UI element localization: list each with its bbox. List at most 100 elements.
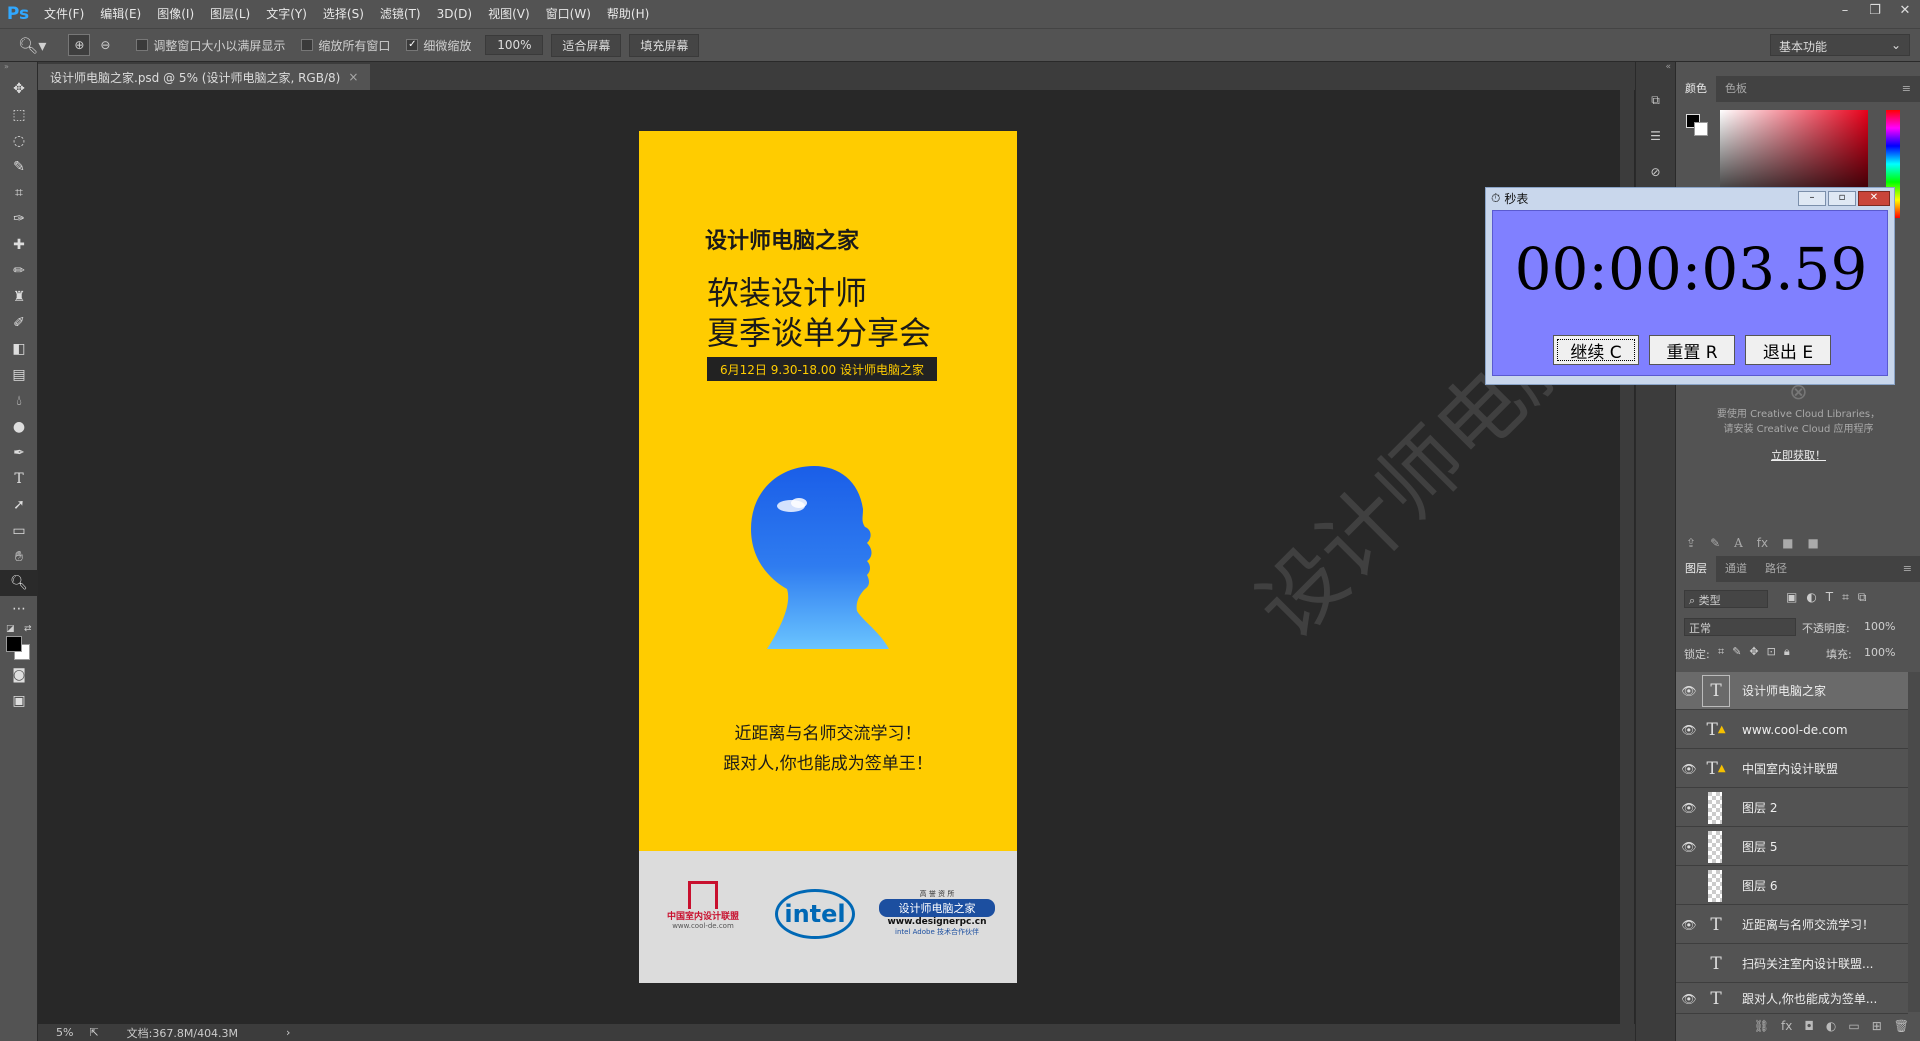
upload-icon[interactable]: ⇪ xyxy=(1686,536,1696,550)
visibility-eye-icon[interactable]: 👁︎ xyxy=(1676,801,1702,815)
layer-row[interactable]: 👁︎ T 近距离与名师交流学习！ xyxy=(1676,906,1908,944)
fill-field[interactable]: 100% xyxy=(1862,644,1914,662)
link-layers-icon[interactable]: ⛓︎ xyxy=(1754,1019,1769,1033)
share-icon[interactable]: ⇱ xyxy=(89,1026,98,1039)
layer-filter-select[interactable]: ⌕ 类型 xyxy=(1684,590,1768,608)
tab-color[interactable]: 颜色 xyxy=(1676,76,1716,102)
blur-tool-icon[interactable]: 💧︎ xyxy=(0,388,38,414)
maximize-icon[interactable]: ▫ xyxy=(1828,191,1856,206)
zoom-in-icon[interactable]: ⊕ xyxy=(68,34,91,56)
collapse-icons-icon[interactable]: « xyxy=(1636,62,1675,82)
history-panel-icon[interactable]: ⧉ xyxy=(1636,82,1675,118)
tab-swatches[interactable]: 色板 xyxy=(1716,76,1756,102)
fill-screen-button[interactable]: 填充屏幕 xyxy=(629,33,700,57)
menu-filter[interactable]: 滤镜(T) xyxy=(372,0,429,28)
menu-type[interactable]: 文字(Y) xyxy=(258,0,315,28)
stroke-swatch-icon[interactable]: ■ xyxy=(1807,536,1818,550)
layer-row[interactable]: T 扫码关注室内设计联盟... xyxy=(1676,945,1908,983)
continue-button[interactable]: 继续 C xyxy=(1553,335,1639,365)
exit-button[interactable]: 退出 E xyxy=(1745,335,1831,365)
visibility-eye-icon[interactable]: 👁︎ xyxy=(1676,840,1702,854)
status-zoom[interactable]: 5% xyxy=(56,1026,73,1039)
screen-mode-icon[interactable]: ▣ xyxy=(0,688,38,714)
zoom-value-field[interactable]: 100% xyxy=(485,35,544,55)
stopwatch-titlebar[interactable]: ⏱︎ 秒表 – ▫ ✕ xyxy=(1486,188,1894,208)
healing-tool-icon[interactable]: ✚ xyxy=(0,232,38,258)
tab-channels[interactable]: 通道 xyxy=(1716,556,1756,582)
menu-window[interactable]: 窗口(W) xyxy=(538,0,599,28)
workspace-select[interactable]: 基本功能 ⌄ xyxy=(1770,34,1910,56)
gradient-tool-icon[interactable]: ▤ xyxy=(0,362,38,388)
tab-layers[interactable]: 图层 xyxy=(1676,556,1716,582)
move-tool-icon[interactable]: ✥ xyxy=(0,76,38,102)
layer-row[interactable]: 👁︎ T ▲ 中国室内设计联盟 xyxy=(1676,750,1908,788)
add-mask-icon[interactable]: ◘ xyxy=(1804,1019,1814,1033)
layer-filter-icons[interactable]: ▣◐T⌗⧉ xyxy=(1786,590,1875,605)
opacity-field[interactable]: 100% xyxy=(1862,618,1914,636)
fit-screen-button[interactable]: 适合屏幕 xyxy=(551,33,622,57)
layers-scrollbar[interactable] xyxy=(1908,672,1920,1012)
lasso-tool-icon[interactable]: ◌ xyxy=(0,128,38,154)
zoom-tool-icon[interactable]: 🔍︎ xyxy=(0,570,38,596)
color-swatches[interactable]: ◪ ⇄ xyxy=(0,622,37,662)
swap-colors-icon[interactable]: ⇄ xyxy=(24,624,32,634)
document-artboard[interactable]: 设计师电脑之家 软装设计师 夏季谈单分享会 6月12日 9.30-18.00 设… xyxy=(639,131,1017,983)
default-colors-icon[interactable]: ◪ xyxy=(6,624,15,634)
layer-row[interactable]: 👁︎ 图层 5 xyxy=(1676,828,1908,866)
pen-tool-icon[interactable]: ✒ xyxy=(0,440,38,466)
layer-row[interactable]: 图层 6 xyxy=(1676,867,1908,905)
menu-layer[interactable]: 图层(L) xyxy=(202,0,258,28)
status-menu-arrow-icon[interactable]: › xyxy=(286,1026,290,1039)
path-select-tool-icon[interactable]: ➚ xyxy=(0,492,38,518)
tab-paths[interactable]: 路径 xyxy=(1756,556,1796,582)
layer-row[interactable]: 👁︎ T 设计师电脑之家 xyxy=(1676,672,1908,710)
menu-view[interactable]: 视图(V) xyxy=(480,0,538,28)
menu-file[interactable]: 文件(F) xyxy=(36,0,92,28)
quick-mask-icon[interactable]: ◙ xyxy=(0,662,38,688)
eyedropper-tool-icon[interactable]: ✑ xyxy=(0,206,38,232)
stopwatch-window[interactable]: ⏱︎ 秒表 – ▫ ✕ 00:00:03.59 继续 C 重置 R 退出 E xyxy=(1485,187,1895,385)
zoom-all-option[interactable]: 缩放所有窗口 xyxy=(301,37,390,54)
scrubby-zoom-checkbox[interactable]: ✓ xyxy=(406,39,419,51)
rectangle-tool-icon[interactable]: ▭ xyxy=(0,518,38,544)
bg-color-chip[interactable] xyxy=(1694,122,1708,136)
resize-windows-option[interactable]: 调整窗口大小以满屏显示 xyxy=(136,37,285,54)
delete-layer-icon[interactable]: 🗑︎ xyxy=(1894,1019,1909,1033)
resize-windows-checkbox[interactable] xyxy=(136,39,149,51)
document-tab[interactable]: 设计师电脑之家.psd @ 5% (设计师电脑之家, RGB/8) × xyxy=(38,64,371,90)
more-tools-icon[interactable]: ⋯ xyxy=(0,596,38,622)
panel-menu-icon[interactable]: ≡ xyxy=(1893,76,1920,102)
quick-select-tool-icon[interactable]: ✎ xyxy=(0,154,38,180)
restore-icon[interactable]: ❐ xyxy=(1860,0,1890,20)
menu-3d[interactable]: 3D(D) xyxy=(429,0,480,28)
visibility-eye-icon[interactable]: 👁︎ xyxy=(1676,992,1702,1006)
close-icon[interactable]: ✕ xyxy=(1890,0,1920,20)
new-group-icon[interactable]: ▭ xyxy=(1848,1019,1859,1033)
foreground-color-swatch[interactable] xyxy=(6,636,22,652)
layer-row[interactable]: 👁︎ T 跟对人,你也能成为签单... xyxy=(1676,984,1908,1014)
menu-select[interactable]: 选择(S) xyxy=(315,0,372,28)
close-icon[interactable]: ✕ xyxy=(1858,191,1890,206)
fx-icon[interactable]: fx xyxy=(1757,536,1768,550)
visibility-eye-icon[interactable]: 👁︎ xyxy=(1676,684,1702,698)
history-brush-tool-icon[interactable]: ✐ xyxy=(0,310,38,336)
lock-icons[interactable]: ⌗✎✥⊡🔒︎ xyxy=(1718,645,1798,659)
menu-help[interactable]: 帮助(H) xyxy=(599,0,657,28)
close-tab-icon[interactable]: × xyxy=(348,70,358,84)
visibility-eye-icon[interactable]: 👁︎ xyxy=(1676,723,1702,737)
libraries-get-link[interactable]: 立即获取！ xyxy=(1676,447,1920,463)
blend-mode-select[interactable]: 正常 xyxy=(1684,618,1796,636)
minimize-icon[interactable]: – xyxy=(1830,0,1860,20)
fill-swatch-icon[interactable]: ■ xyxy=(1782,536,1793,550)
new-layer-icon[interactable]: ⊞ xyxy=(1872,1019,1882,1033)
visibility-eye-icon[interactable]: 👁︎ xyxy=(1676,762,1702,776)
minimize-icon[interactable]: – xyxy=(1798,191,1826,206)
marquee-tool-icon[interactable]: ⬚ xyxy=(0,102,38,128)
eraser-tool-icon[interactable]: ◧ xyxy=(0,336,38,362)
zoom-out-icon[interactable]: ⊖ xyxy=(94,34,116,56)
zoom-tool-preset-icon[interactable]: 🔍︎▾ xyxy=(18,36,46,55)
menu-edit[interactable]: 编辑(E) xyxy=(92,0,149,28)
layer-row[interactable]: 👁︎ 图层 2 xyxy=(1676,789,1908,827)
layer-row[interactable]: 👁︎ T ▲ www.cool-de.com xyxy=(1676,711,1908,749)
stamp-tool-icon[interactable]: ♜ xyxy=(0,284,38,310)
